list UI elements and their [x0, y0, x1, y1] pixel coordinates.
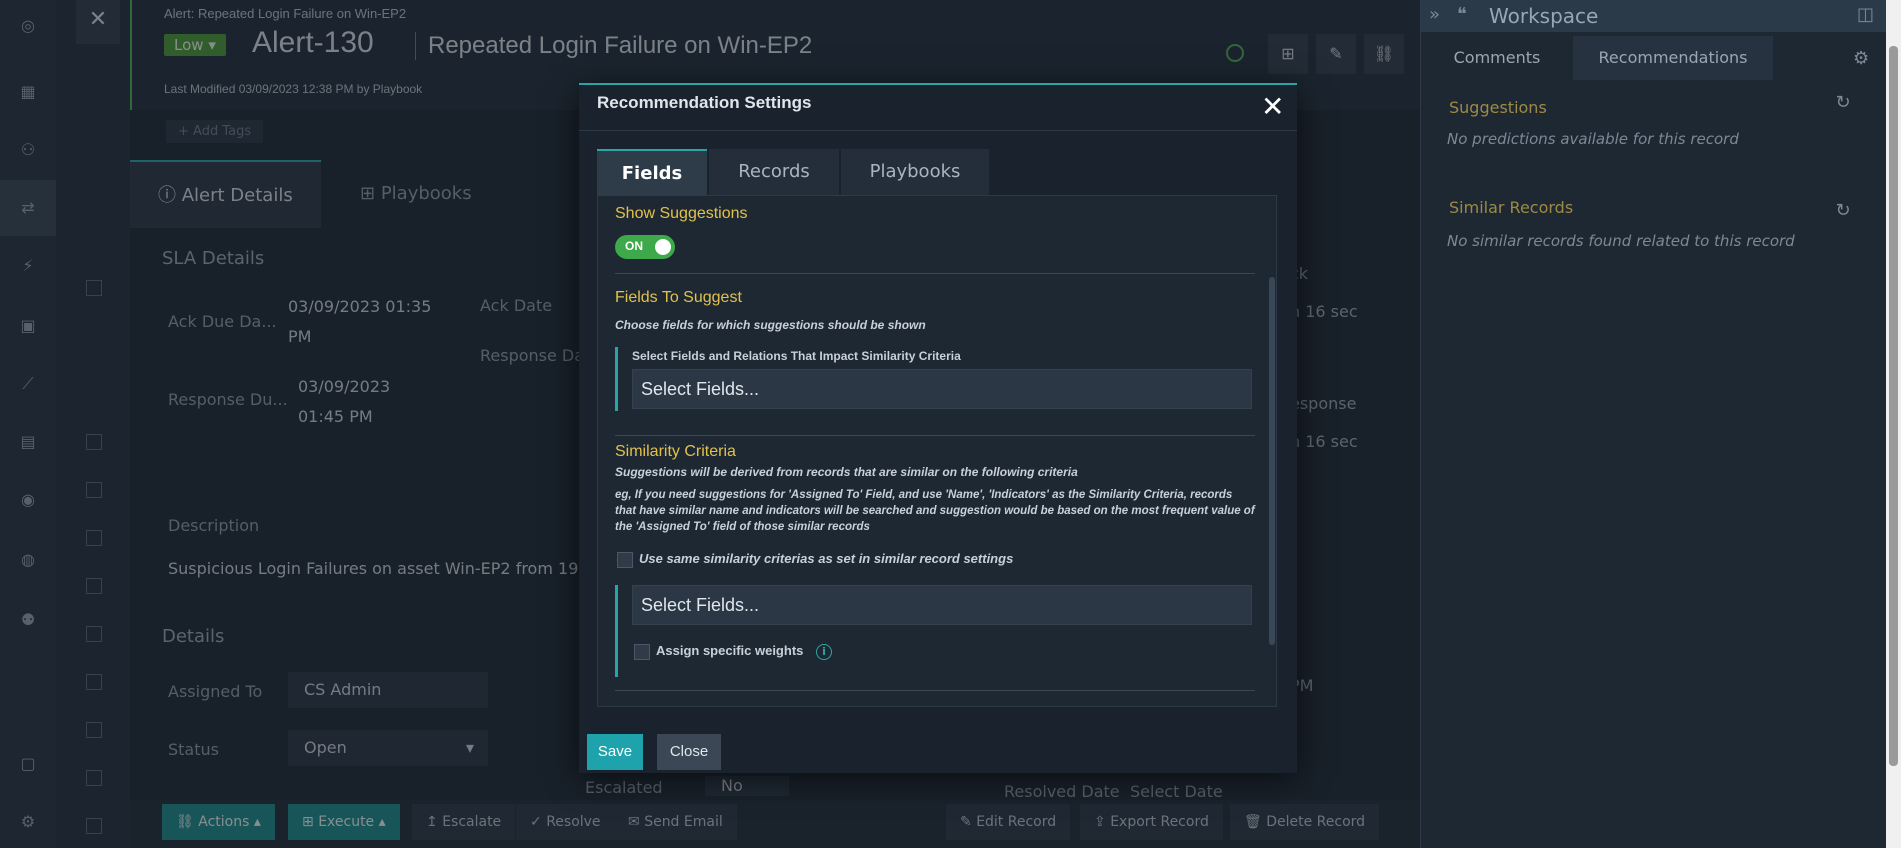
- similarity-select-group: Select Fields... Assign specific weights…: [615, 585, 1255, 677]
- tab-records[interactable]: Records: [709, 149, 839, 195]
- divider: [615, 273, 1255, 274]
- show-suggestions-title: Show Suggestions: [615, 205, 748, 222]
- close-icon[interactable]: ✕: [1261, 93, 1284, 121]
- tab-comments[interactable]: Comments: [1421, 36, 1573, 80]
- fields-to-suggest-title: Fields To Suggest: [615, 289, 742, 306]
- fields-select[interactable]: Select Fields...: [632, 369, 1252, 409]
- suggestions-title: Suggestions: [1449, 98, 1547, 117]
- modal-scrollbar[interactable]: [1269, 277, 1275, 645]
- same-criteria-label: Use same similarity criterias as set in …: [639, 551, 1014, 566]
- toggle-label: ON: [625, 239, 643, 253]
- refresh-icon[interactable]: ↻: [1833, 92, 1853, 113]
- workspace-title: Workspace: [1489, 4, 1599, 28]
- workspace-header: » ❝ Workspace ◫: [1421, 0, 1887, 32]
- chat-icon: ❝: [1457, 4, 1467, 25]
- gear-icon[interactable]: ⚙: [1853, 48, 1869, 69]
- similarity-criteria-desc: Suggestions will be derived from records…: [615, 465, 1078, 479]
- assign-weights-checkbox[interactable]: [634, 644, 650, 660]
- workspace-tabs: Comments Recommendations ⚙: [1421, 36, 1887, 80]
- same-criteria-checkbox[interactable]: [617, 552, 633, 568]
- recommendation-settings-modal: Recommendation Settings ✕ Fields Records…: [579, 83, 1297, 773]
- similarity-criteria-title: Similarity Criteria: [615, 443, 736, 460]
- similar-records-title: Similar Records: [1449, 198, 1574, 217]
- toggle-knob: [655, 239, 671, 255]
- select-fields-label: Select Fields and Relations That Impact …: [632, 349, 961, 363]
- modal-footer: Save Close: [579, 718, 1297, 775]
- info-icon[interactable]: i: [816, 644, 832, 660]
- close-button[interactable]: Close: [657, 734, 721, 770]
- modal-title: Recommendation Settings: [597, 93, 812, 112]
- page-scrollbar-thumb[interactable]: [1889, 46, 1898, 766]
- suggestions-empty: No predictions available for this record: [1447, 130, 1739, 148]
- tab-recommendations[interactable]: Recommendations: [1573, 36, 1773, 80]
- workspace-panel: » ❝ Workspace ◫ Comments Recommendations…: [1420, 0, 1887, 848]
- collapse-icon[interactable]: »: [1429, 4, 1440, 25]
- similar-records-empty: No similar records found related to this…: [1447, 232, 1795, 250]
- assign-weights-label: Assign specific weights: [656, 643, 804, 658]
- tab-playbooks[interactable]: Playbooks: [841, 149, 989, 195]
- divider: [615, 435, 1255, 436]
- fields-select-group: Select Fields and Relations That Impact …: [615, 347, 1255, 411]
- similarity-criteria-note: eg, If you need suggestions for 'Assigne…: [615, 489, 1255, 533]
- divider: [615, 690, 1255, 691]
- save-button[interactable]: Save: [587, 734, 643, 770]
- tab-fields[interactable]: Fields: [597, 149, 707, 195]
- fields-to-suggest-desc: Choose fields for which suggestions shou…: [615, 318, 926, 332]
- refresh-icon[interactable]: ↻: [1833, 200, 1853, 221]
- layout-icon[interactable]: ◫: [1857, 4, 1874, 25]
- similarity-fields-select[interactable]: Select Fields...: [632, 585, 1252, 625]
- modal-header: Recommendation Settings ✕: [579, 85, 1297, 131]
- show-suggestions-toggle[interactable]: ON: [615, 235, 675, 259]
